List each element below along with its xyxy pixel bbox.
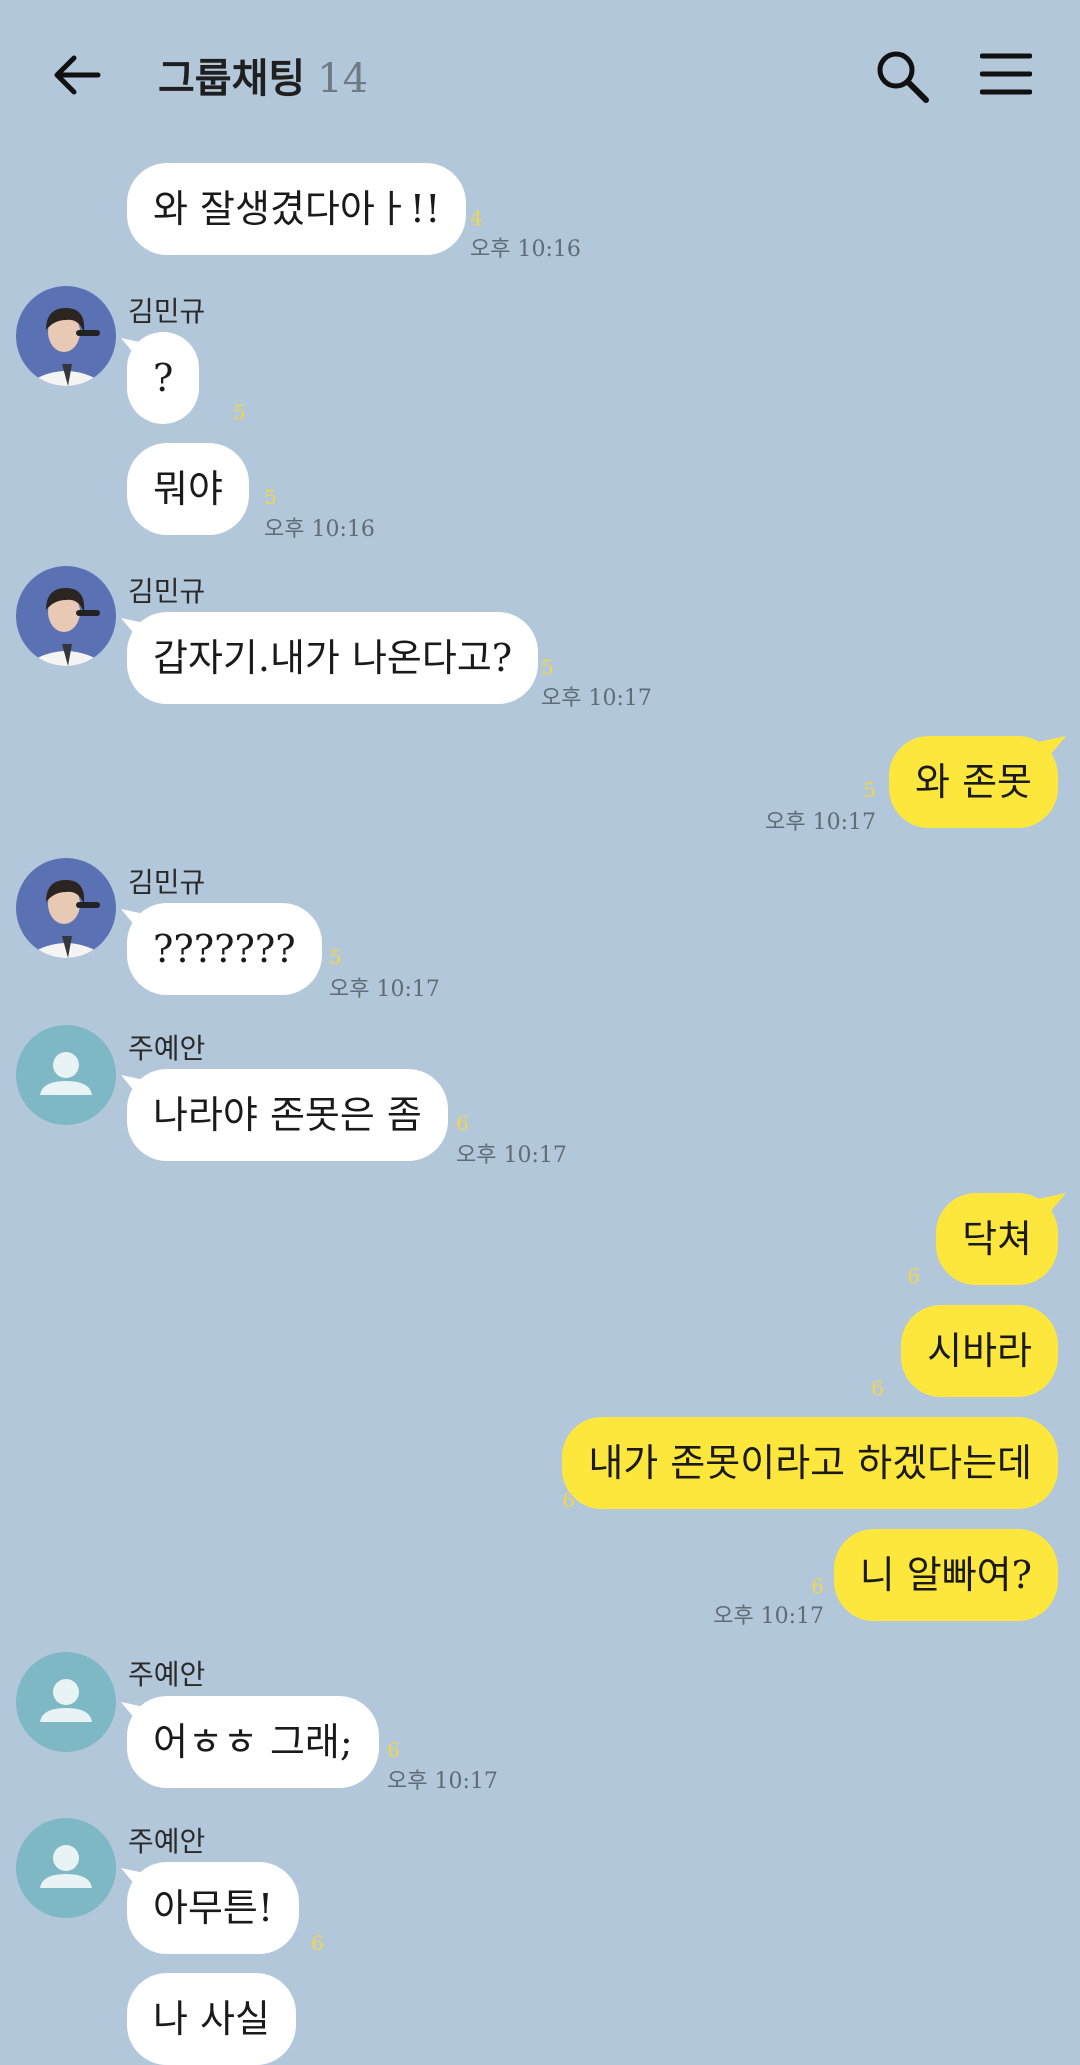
unread-count: 5 (233, 400, 246, 424)
sender-name: 주예안 (128, 1825, 206, 1858)
message-time: 오후 10:17 (541, 686, 652, 711)
sender-name: 김민규 (128, 866, 206, 899)
sender-name: 김민규 (128, 295, 206, 328)
unread-count: 6 (907, 1264, 920, 1288)
back-arrow-icon[interactable] (50, 48, 104, 102)
unread-count: 5 (329, 945, 342, 969)
menu-icon[interactable] (980, 52, 1032, 96)
message-time: 오후 10:16 (470, 237, 581, 262)
message-time: 오후 10:17 (456, 1143, 567, 1168)
chat-title-area: 그룹채팅 14 (158, 46, 368, 104)
unread-count: 6 (871, 1376, 884, 1400)
avatar-photo[interactable] (16, 566, 116, 666)
unread-count: 6 (311, 1931, 324, 1955)
message-time: 오후 10:17 (387, 1769, 498, 1794)
default-avatar[interactable] (16, 1652, 116, 1752)
unread-count: 5 (541, 655, 554, 679)
avatar-photo[interactable] (16, 286, 116, 386)
chat-header: 그룹채팅 14 (0, 0, 1080, 150)
message-bubble[interactable]: 나 사실 (127, 1973, 296, 2065)
member-count: 14 (317, 56, 369, 102)
message-bubble[interactable]: 어ㅎㅎ 그래; (127, 1696, 379, 1788)
chat-title: 그룹채팅 (158, 56, 306, 102)
unread-count: 6 (811, 1574, 824, 1598)
default-avatar[interactable] (16, 1818, 116, 1918)
outgoing-message-bubble[interactable]: 와 존못 (889, 736, 1058, 828)
outgoing-message-bubble[interactable]: 시바라 (901, 1305, 1058, 1397)
sender-name: 주예안 (128, 1032, 206, 1065)
outgoing-message-bubble[interactable]: 닥쳐 (936, 1193, 1058, 1285)
message-bubble[interactable]: 나라야 존못은 좀 (127, 1069, 448, 1161)
outgoing-message-bubble[interactable]: 내가 존못이라고 하겠다는데 (562, 1417, 1058, 1509)
default-avatar[interactable] (16, 1025, 116, 1125)
unread-count: 5 (264, 485, 277, 509)
avatar-photo[interactable] (16, 858, 116, 958)
message-time: 오후 10:16 (264, 517, 375, 542)
message-bubble[interactable]: 갑자기.내가 나온다고? (127, 612, 539, 704)
unread-count: 6 (456, 1111, 469, 1135)
message-time: 오후 10:17 (765, 810, 876, 835)
message-bubble[interactable]: ??????? (127, 903, 322, 995)
message-bubble[interactable]: 와 잘생겼다아ㅏ!! (127, 163, 467, 255)
search-icon[interactable] (874, 48, 930, 104)
unread-count: 5 (863, 778, 876, 802)
message-time: 오후 10:17 (713, 1604, 824, 1629)
outgoing-message-bubble[interactable]: 니 알빠여? (833, 1529, 1058, 1621)
unread-count: 6 (387, 1738, 400, 1762)
sender-name: 주예안 (128, 1658, 206, 1691)
message-bubble[interactable]: 뭐야 (127, 443, 249, 535)
message-bubble[interactable]: ? (127, 332, 200, 424)
unread-count: 4 (470, 206, 483, 230)
message-time: 오후 10:17 (329, 977, 440, 1002)
sender-name: 김민규 (128, 575, 206, 608)
message-bubble[interactable]: 아무튼! (127, 1862, 300, 1954)
unread-count: 6 (562, 1488, 575, 1512)
